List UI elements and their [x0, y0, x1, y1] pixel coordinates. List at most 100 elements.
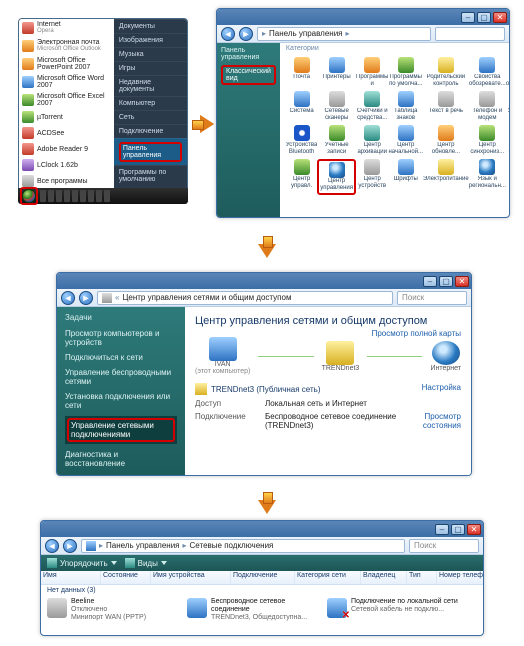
start-menu-place[interactable]: Панель управления	[114, 138, 187, 165]
task-link[interactable]: Установка подключения или сети	[65, 392, 177, 410]
control-panel-item[interactable]: Принтеры	[317, 56, 356, 89]
control-panel-item[interactable]: Свойства обозревате...	[506, 56, 510, 89]
start-menu-place[interactable]: Музыка	[114, 47, 187, 61]
control-panel-item[interactable]: Счетчики и средства...	[356, 90, 388, 123]
start-menu-item[interactable]: Microsoft Office Word 2007	[19, 73, 114, 91]
breadcrumb[interactable]: « Центр управления сетями и общим доступ…	[97, 291, 393, 305]
back-button[interactable]: ◄	[221, 27, 235, 41]
start-menu-item[interactable]: Электронная почтаMicrosoft Office Outloo…	[19, 37, 114, 55]
control-panel-item[interactable]: Программы и компонен...	[356, 56, 388, 89]
control-panel-item[interactable]: Учетные записи	[317, 124, 356, 157]
taskbar-item[interactable]	[40, 190, 46, 202]
taskbar-item[interactable]	[48, 190, 54, 202]
control-panel-item[interactable]: Программы по умолча...	[388, 56, 423, 89]
taskbar-item[interactable]	[80, 190, 86, 202]
start-menu-place[interactable]: Сеть	[114, 110, 187, 124]
taskbar-item[interactable]	[64, 190, 70, 202]
task-link[interactable]: Управление сетевыми подключениями	[65, 416, 177, 444]
column-header[interactable]: Тип	[407, 571, 437, 584]
breadcrumb[interactable]: ▸ Панель управления ▸	[257, 27, 431, 41]
start-menu-place[interactable]: Документы	[114, 19, 187, 33]
forward-button[interactable]: ►	[79, 291, 93, 305]
control-panel-item[interactable]: Центр обновле...	[423, 124, 469, 157]
control-panel-item[interactable]: Телефон и модем	[469, 90, 506, 123]
control-panel-item[interactable]: Центр синхрониз...	[469, 124, 506, 157]
start-menu-place[interactable]: Подключение	[114, 124, 187, 138]
column-header[interactable]: Владелец	[361, 571, 407, 584]
close-button[interactable]: ✕	[455, 276, 469, 287]
control-panel-item[interactable]: Язык и региональн...	[469, 158, 506, 191]
control-panel-item[interactable]: Таблица знаков	[388, 90, 423, 123]
start-menu-item[interactable]: LClock 1.62b	[19, 157, 114, 173]
column-header[interactable]: Имя	[41, 571, 101, 584]
taskbar-item[interactable]	[104, 190, 110, 202]
minimize-button[interactable]: –	[461, 12, 475, 23]
breadcrumb-item[interactable]: Сетевые подключения	[190, 541, 274, 550]
column-header[interactable]: Имя устройства	[151, 571, 231, 584]
views-menu[interactable]: Виды	[125, 558, 167, 568]
taskbar-item[interactable]	[56, 190, 62, 202]
breadcrumb-item[interactable]: Центр управления сетями и общим доступом	[122, 293, 291, 302]
control-panel-item[interactable]: Центр специаль...	[506, 124, 510, 157]
row-link[interactable]: Просмотр состояния	[401, 412, 461, 430]
maximize-button[interactable]: ▢	[477, 12, 491, 23]
start-menu-place[interactable]: Программы по умолчанию	[114, 165, 187, 186]
control-panel-item[interactable]: Центр управл. безоп...	[286, 158, 317, 191]
column-header[interactable]: Подключение	[231, 571, 295, 584]
connection-item[interactable]: Беспроводное сетевое соединениеTRENDnet3…	[187, 598, 323, 622]
control-panel-item[interactable]: Центр управления сетями и общим...	[317, 158, 356, 191]
sidebar-link[interactable]: Панель управления	[221, 47, 276, 61]
breadcrumb[interactable]: ▸ Панель управления ▸ Сетевые подключени…	[81, 539, 405, 553]
sidebar-link[interactable]: Классический вид	[221, 65, 276, 85]
forward-button[interactable]: ►	[239, 27, 253, 41]
column-header[interactable]: Категория сети	[295, 571, 361, 584]
start-menu-place[interactable]: Недавние документы	[114, 75, 187, 96]
organize-menu[interactable]: Упорядочить	[47, 558, 117, 568]
control-panel-item[interactable]: Центр устройств	[356, 158, 388, 191]
control-panel-item[interactable]: Центр архивации	[356, 124, 388, 157]
start-menu-item[interactable]: InternetOpera	[19, 19, 114, 37]
control-panel-item[interactable]: Управление цветом	[506, 90, 510, 123]
start-menu-item[interactable]: ACDSee	[19, 125, 114, 141]
start-menu-item[interactable]: Microsoft Office Excel 2007	[19, 91, 114, 109]
task-link[interactable]: Диагностика и восстановление	[65, 450, 177, 468]
start-menu-item[interactable]: Microsoft Office PowerPoint 2007	[19, 55, 114, 73]
control-panel-item[interactable]: Почта	[286, 56, 317, 89]
taskbar-item[interactable]	[72, 190, 78, 202]
back-button[interactable]: ◄	[45, 539, 59, 553]
start-menu-place[interactable]: Игры	[114, 61, 187, 75]
task-link[interactable]: Подключиться к сети	[65, 353, 177, 362]
row-link[interactable]	[401, 399, 461, 408]
taskbar-item[interactable]	[88, 190, 94, 202]
search-input[interactable]	[435, 27, 505, 41]
control-panel-item[interactable]: Свойства обозревате...	[469, 56, 506, 89]
start-menu-item[interactable]: µTorrent	[19, 109, 114, 125]
view-full-map-link[interactable]: Просмотр полной карты	[372, 329, 461, 338]
maximize-button[interactable]: ▢	[439, 276, 453, 287]
maximize-button[interactable]: ▢	[451, 524, 465, 535]
minimize-button[interactable]: –	[423, 276, 437, 287]
connection-item[interactable]: ✕Подключение по локальной сетиСетевой ка…	[327, 598, 463, 622]
control-panel-item[interactable]: Устройства Bluetooth	[286, 124, 317, 157]
task-link[interactable]: Просмотр компьютеров и устройств	[65, 329, 177, 347]
connection-item[interactable]: BeelineОтключеноМинипорт WAN (PPTP)	[47, 598, 183, 622]
control-panel-item[interactable]: Шрифты	[388, 158, 423, 191]
control-panel-item[interactable]: Центр начальной...	[388, 124, 423, 157]
start-orb-icon[interactable]	[22, 189, 36, 203]
start-menu-place[interactable]: Изображения	[114, 33, 187, 47]
close-button[interactable]: ✕	[493, 12, 507, 23]
column-header[interactable]: Состояние	[101, 571, 151, 584]
control-panel-item[interactable]: Сетевые сканеры	[317, 90, 356, 123]
column-header[interactable]: Номер телефона...	[437, 571, 484, 584]
control-panel-item[interactable]: Родительский контроль	[423, 56, 469, 89]
back-button[interactable]: ◄	[61, 291, 75, 305]
control-panel-item[interactable]: Электропитание	[423, 158, 469, 191]
start-menu-place[interactable]: Компьютер	[114, 96, 187, 110]
minimize-button[interactable]: –	[435, 524, 449, 535]
task-link[interactable]: Управление беспроводными сетями	[65, 368, 177, 386]
control-panel-item[interactable]: Текст в речь	[423, 90, 469, 123]
taskbar-item[interactable]	[96, 190, 102, 202]
start-menu-item[interactable]: Adobe Reader 9	[19, 141, 114, 157]
breadcrumb-item[interactable]: Панель управления	[106, 541, 180, 550]
forward-button[interactable]: ►	[63, 539, 77, 553]
